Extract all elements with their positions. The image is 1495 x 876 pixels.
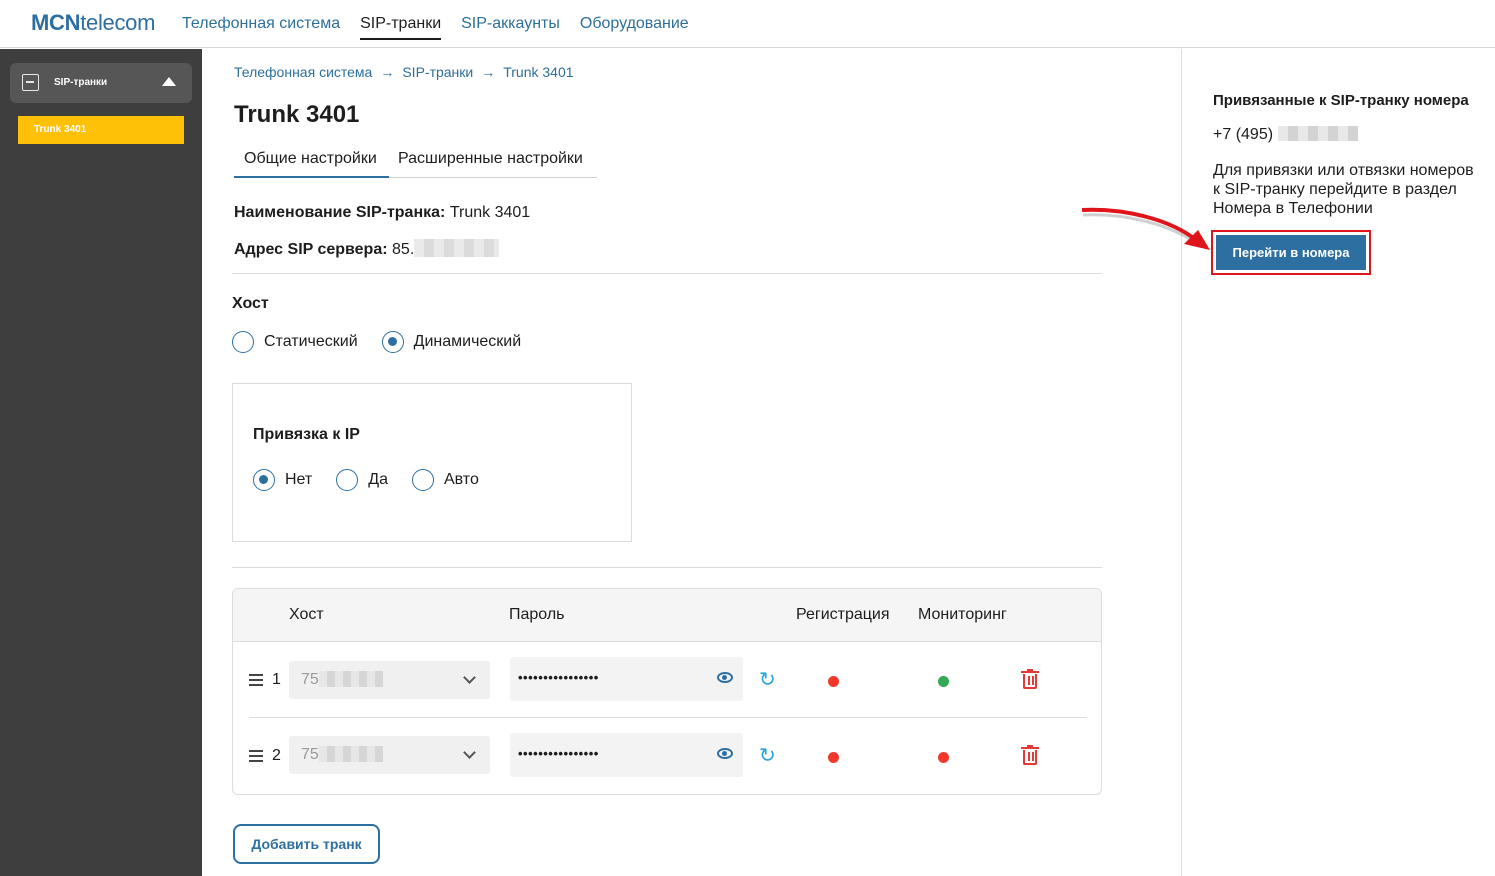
table-row: 1 75 •••••••••••••••• ↻ xyxy=(233,642,1101,718)
arrow-right-icon: → xyxy=(380,64,395,80)
row-divider xyxy=(249,794,1087,795)
ip-option-no[interactable]: Нет xyxy=(253,469,312,491)
add-trunk-button[interactable]: Добавить транк xyxy=(233,824,380,864)
trash-icon[interactable] xyxy=(1021,745,1039,765)
trunk-name-value: Trunk 3401 xyxy=(449,204,531,221)
registration-status-dot xyxy=(828,752,839,763)
linked-numbers-title: Привязанные к SIP-транку номера xyxy=(1213,92,1469,109)
radio-label: Нет xyxy=(285,471,313,488)
nav-sip-trunks[interactable]: SIP-транки xyxy=(360,0,442,40)
refresh-icon[interactable]: ↻ xyxy=(759,743,776,768)
page-title: Trunk 3401 xyxy=(234,101,360,128)
go-to-numbers-button[interactable]: Перейти в номера xyxy=(1216,235,1366,270)
drag-handle-icon[interactable] xyxy=(249,674,263,686)
tabs: Общие настройки Расширенные настройки xyxy=(234,140,597,178)
host-select-value: 75 xyxy=(301,671,383,689)
ip-option-auto[interactable]: Авто xyxy=(411,469,479,491)
host-radio-group: Статический Динамический xyxy=(232,331,545,353)
breadcrumb: Телефонная система → SIP-транки → Trunk … xyxy=(234,64,574,80)
top-bar: MCNtelecom Телефонная система SIP-транки… xyxy=(0,0,1495,48)
column-host: Хост xyxy=(289,606,324,623)
radio-yes[interactable] xyxy=(336,469,359,491)
radio-label: Статический xyxy=(264,333,358,350)
row-number: 1 xyxy=(272,671,281,688)
arrow-right-icon: → xyxy=(481,64,496,80)
nav-sip-accounts[interactable]: SIP-аккаунты xyxy=(461,0,560,40)
eye-icon[interactable] xyxy=(717,672,733,683)
linked-numbers-hint: Для привязки или отвязки номеров к SIP-т… xyxy=(1213,162,1474,217)
linked-numbers-panel: Привязанные к SIP-транку номера +7 (495)… xyxy=(1181,49,1495,876)
divider xyxy=(232,567,1102,568)
tab-advanced-settings[interactable]: Расширенные настройки xyxy=(398,150,583,168)
server-address-value: 85. xyxy=(392,241,415,258)
trunk-name-field: Наименование SIP-транка: Trunk 3401 xyxy=(234,204,530,222)
password-field[interactable]: •••••••••••••••• xyxy=(510,657,743,701)
divider xyxy=(232,273,1102,274)
sidebar: SIP-транки Trunk 3401 xyxy=(0,49,202,876)
column-monitoring: Мониторинг xyxy=(918,606,1007,623)
chevron-down-icon xyxy=(463,746,476,759)
drag-handle-icon[interactable] xyxy=(249,750,263,762)
tab-general-settings[interactable]: Общие настройки xyxy=(234,150,389,178)
server-address-field: Адрес SIP сервера: 85. xyxy=(234,239,500,259)
table-header: Хост Пароль Регистрация Мониторинг xyxy=(233,589,1101,642)
sip-trunk-icon xyxy=(22,74,39,91)
eye-icon[interactable] xyxy=(717,748,733,759)
server-address-label: Адрес SIP сервера: xyxy=(234,241,388,258)
registration-status-dot xyxy=(828,676,839,687)
host-select[interactable]: 75 xyxy=(289,661,490,699)
hosts-table: Хост Пароль Регистрация Мониторинг 1 75 … xyxy=(232,588,1102,795)
redacted-value xyxy=(1277,126,1358,141)
sidebar-item-label: Trunk 3401 xyxy=(34,124,87,135)
breadcrumb-trunk[interactable]: Trunk 3401 xyxy=(503,64,573,80)
logo[interactable]: MCNtelecom xyxy=(31,10,155,36)
redacted-value xyxy=(414,239,500,257)
sidebar-group-label: SIP-транки xyxy=(54,77,108,88)
radio-no[interactable] xyxy=(253,469,275,491)
linked-phone-number: +7 (495) xyxy=(1213,126,1358,144)
chevron-down-icon xyxy=(463,671,476,684)
host-select[interactable]: 75 xyxy=(289,736,490,774)
ip-binding-box xyxy=(232,383,632,542)
arrow-icon xyxy=(1081,207,1210,250)
ip-binding-title: Привязка к IP xyxy=(253,426,360,443)
monitoring-status-dot xyxy=(938,676,949,687)
row-number: 2 xyxy=(272,747,281,764)
refresh-icon[interactable]: ↻ xyxy=(759,667,776,692)
host-section-title: Хост xyxy=(232,295,269,312)
sidebar-group-sip-trunks[interactable]: SIP-транки xyxy=(10,63,192,103)
password-field[interactable]: •••••••••••••••• xyxy=(510,733,743,777)
monitoring-status-dot xyxy=(938,752,949,763)
radio-label: Авто xyxy=(443,471,479,488)
password-value: •••••••••••••••• xyxy=(518,670,599,685)
radio-static[interactable] xyxy=(232,331,254,353)
trunk-name-label: Наименование SIP-транка: xyxy=(234,204,446,221)
table-row: 2 75 •••••••••••••••• ↻ xyxy=(233,718,1101,794)
radio-label: Динамический xyxy=(413,333,522,350)
main-nav: Телефонная система SIP-транки SIP-аккаун… xyxy=(182,0,689,48)
radio-dynamic[interactable] xyxy=(381,331,404,353)
caret-up-icon[interactable] xyxy=(162,77,176,86)
ip-option-yes[interactable]: Да xyxy=(336,469,388,491)
radio-label: Да xyxy=(368,471,388,488)
host-select-value: 75 xyxy=(301,746,383,764)
breadcrumb-telephony[interactable]: Телефонная система xyxy=(234,64,372,80)
trash-icon[interactable] xyxy=(1021,669,1039,689)
host-option-dynamic[interactable]: Динамический xyxy=(381,331,522,353)
highlight-frame: Перейти в номера xyxy=(1211,230,1371,275)
column-password: Пароль xyxy=(509,606,565,623)
breadcrumb-sip-trunks[interactable]: SIP-транки xyxy=(402,64,473,80)
sidebar-item-trunk-3401[interactable]: Trunk 3401 xyxy=(18,116,184,144)
password-value: •••••••••••••••• xyxy=(518,746,599,761)
host-option-static[interactable]: Статический xyxy=(232,331,358,353)
radio-auto[interactable] xyxy=(411,469,434,491)
column-registration: Регистрация xyxy=(796,606,890,623)
nav-equipment[interactable]: Оборудование xyxy=(580,0,689,40)
ip-radio-group: Нет Да Авто xyxy=(253,469,503,491)
nav-telephony-system[interactable]: Телефонная система xyxy=(182,0,340,40)
